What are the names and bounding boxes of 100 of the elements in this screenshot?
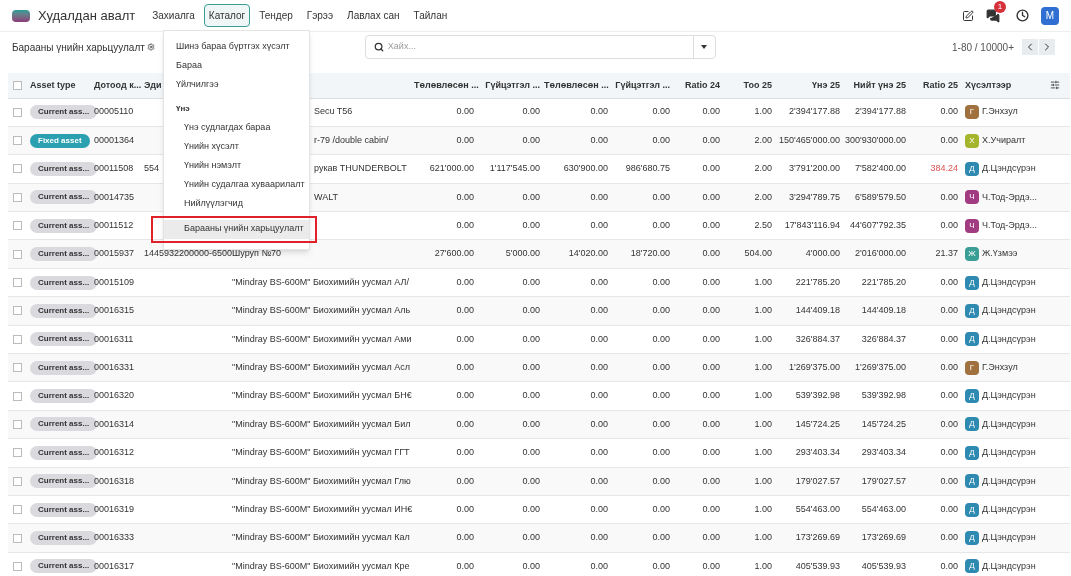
table-cell: 0.00 xyxy=(590,191,608,202)
nav-menu[interactable]: Тендер xyxy=(254,4,298,27)
column-header[interactable]: Төлөвлөсөн ... xyxy=(544,79,609,90)
row-checkbox[interactable] xyxy=(13,306,22,316)
table-cell: 1.00 xyxy=(754,503,772,514)
row-checkbox[interactable] xyxy=(13,136,22,146)
row-checkbox[interactable] xyxy=(13,561,22,571)
menu-item[interactable]: Шинэ бараа бүртгэх хүсэлт xyxy=(164,37,309,56)
user-avatar: Д xyxy=(965,303,979,318)
table-cell: 0.00 xyxy=(590,333,608,344)
row-checkbox[interactable] xyxy=(13,391,22,401)
table-cell: 00011512 xyxy=(94,220,134,230)
next-button[interactable] xyxy=(1039,39,1055,55)
column-header[interactable]: Үнэ 25 xyxy=(812,79,840,90)
column-header[interactable]: Дотоод к... xyxy=(94,79,142,90)
nav-menu[interactable]: Захиалга xyxy=(147,4,200,27)
user-name: Д.Цэндсүрэн xyxy=(982,446,1036,460)
row-checkbox[interactable] xyxy=(13,221,22,231)
nav-menu[interactable]: Каталог xyxy=(203,4,251,27)
row-checkbox[interactable] xyxy=(13,192,22,202)
table-cell: "Mindray BS-600M" Биохимийн уусмал БН€ xyxy=(232,390,412,401)
clock-icon[interactable] xyxy=(1016,9,1029,22)
table-cell: 0.00 xyxy=(522,361,540,372)
edit-icon[interactable] xyxy=(962,9,974,22)
column-settings-icon[interactable] xyxy=(1050,80,1060,91)
menu-item[interactable]: Үнэ судлагдах бараа xyxy=(164,118,309,138)
row-checkbox[interactable] xyxy=(13,420,22,429)
table-cell: 0.00 xyxy=(702,333,720,344)
nav-menu[interactable]: Гэрээ xyxy=(301,4,339,27)
column-header[interactable]: Тоо 25 xyxy=(743,79,772,90)
table-cell: 221'785.20 xyxy=(861,276,906,287)
previous-button[interactable] xyxy=(1022,39,1038,55)
column-header[interactable]: Төлөвлөсөн ... xyxy=(414,79,479,90)
caret-icon[interactable] xyxy=(701,45,708,49)
row-checkbox[interactable] xyxy=(13,476,22,486)
menu-item[interactable]: Үнийн нэмэлт xyxy=(164,156,309,176)
table-cell: "Mindray BS-600M" Биохимийн уусмал Глю xyxy=(232,475,411,486)
column-header[interactable]: Ratio 24 xyxy=(685,79,720,90)
table-cell: 0.00 xyxy=(702,361,720,372)
chat-icon[interactable] xyxy=(986,8,1000,23)
menu-item[interactable]: Үнийн хүсэлт xyxy=(164,137,309,157)
table-cell: "Mindray BS-600M" Биохимийн уусмал Аль xyxy=(232,305,411,316)
table-cell: 0.00 xyxy=(590,532,608,543)
table-cell: 0.00 xyxy=(590,418,608,429)
table-cell: 0.00 xyxy=(702,532,720,543)
row-checkbox[interactable] xyxy=(13,448,22,458)
menu-item[interactable]: Нийлүүлэгчид xyxy=(164,194,309,214)
table-cell: 0.00 xyxy=(590,305,608,316)
row-checkbox[interactable] xyxy=(13,164,22,174)
menu-item[interactable]: Барааны үнийн харьцуулалт xyxy=(164,219,309,239)
column-header[interactable]: Хүсэлтээр xyxy=(965,79,1012,90)
column-header[interactable]: Эди xyxy=(144,79,162,90)
table-cell: 0.00 xyxy=(652,447,670,458)
table-cell: 1.00 xyxy=(754,390,772,401)
user-avatar: Д xyxy=(965,531,979,546)
table-cell: 0.00 xyxy=(652,220,670,230)
app-logo-icon[interactable] xyxy=(12,9,30,22)
table-cell: 0.00 xyxy=(652,418,670,429)
table-cell: 00016315 xyxy=(94,305,135,316)
row-checkbox[interactable] xyxy=(13,278,22,288)
menu-item[interactable]: Үнийн судалгаа хуваарилалт xyxy=(164,175,309,195)
table-cell: 4'000.00 xyxy=(805,248,840,259)
table-cell: 0.00 xyxy=(456,475,474,486)
table-cell: 1.00 xyxy=(754,305,772,316)
nav-menu[interactable]: Тайлан xyxy=(408,4,453,27)
table-cell: 145'724.25 xyxy=(795,418,840,429)
message-count-badge: 1 xyxy=(994,0,1006,13)
nav-menu[interactable]: Лавлах сан xyxy=(342,4,405,27)
user-avatar: Д xyxy=(965,559,979,574)
column-header[interactable]: Гүйцэтгэл ... xyxy=(615,79,670,90)
table-cell: 0.00 xyxy=(590,106,608,117)
row-checkbox[interactable] xyxy=(13,249,22,259)
table-cell: 0.00 xyxy=(652,305,670,316)
row-checkbox[interactable] xyxy=(13,334,22,344)
search-input[interactable]: Хайх... xyxy=(387,40,693,54)
row-checkbox[interactable] xyxy=(13,363,22,373)
column-header[interactable]: Гүйцэтгэл ... xyxy=(485,79,540,90)
user-avatar[interactable]: M xyxy=(1041,6,1059,25)
select-all-checkbox[interactable] xyxy=(13,80,22,90)
table-cell: 0.00 xyxy=(702,191,720,202)
row-checkbox[interactable] xyxy=(13,107,22,117)
row-checkbox[interactable] xyxy=(13,533,22,543)
menu-item[interactable]: Бараа xyxy=(164,56,309,75)
column-header[interactable]: Ratio 25 xyxy=(923,79,958,90)
column-header[interactable]: Нийт үнэ 25 xyxy=(853,79,906,90)
table-cell: 0.00 xyxy=(702,134,720,145)
table-cell: 0.00 xyxy=(702,503,720,514)
table-cell: 293'403.34 xyxy=(861,447,906,458)
menu-item[interactable]: Үйлчилгээ xyxy=(164,75,309,94)
table-cell: 0.00 xyxy=(456,361,474,372)
table-cell: 0.00 xyxy=(652,503,670,514)
column-header[interactable]: Asset type xyxy=(30,79,76,90)
user-name: Д.Цэндсүрэн xyxy=(982,531,1036,545)
table-cell: 00016311 xyxy=(94,333,134,344)
table-cell: 0.00 xyxy=(940,418,958,429)
settings-icon[interactable] xyxy=(146,43,155,51)
search-field[interactable]: Хайх... xyxy=(364,35,716,59)
row-checkbox[interactable] xyxy=(13,505,22,515)
table-cell: 3'791'200.00 xyxy=(789,163,840,174)
app-title[interactable]: Худалдан авалт xyxy=(38,5,136,26)
